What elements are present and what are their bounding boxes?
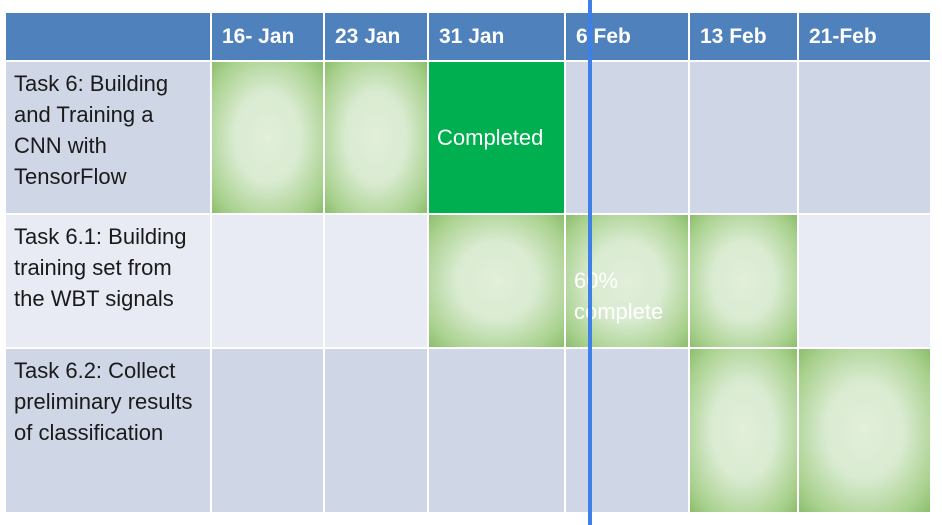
progress-cell xyxy=(427,213,566,349)
empty-cell xyxy=(427,347,566,514)
progress-cell xyxy=(210,60,325,215)
current-date-line xyxy=(588,0,592,525)
progress-cell xyxy=(797,347,932,514)
header-corner xyxy=(4,11,212,62)
header-week-6-feb: 6 Feb xyxy=(564,11,690,62)
task-name: Task 6: Building and Training a CNN with… xyxy=(4,60,212,215)
empty-cell xyxy=(323,347,429,514)
progress-cell xyxy=(688,213,799,349)
header-week-21-feb: 21-Feb xyxy=(797,11,932,62)
empty-cell xyxy=(210,213,325,349)
status-cell: 60% complete xyxy=(564,213,690,349)
gantt-chart: 16- Jan 23 Jan 31 Jan 6 Feb 13 Feb 21-Fe… xyxy=(4,11,932,514)
task-name: Task 6.2: Collect preliminary results of… xyxy=(4,347,212,514)
header-week-13-feb: 13 Feb xyxy=(688,11,799,62)
header-week-16-jan: 16- Jan xyxy=(210,11,325,62)
header-week-31-jan: 31 Jan xyxy=(427,11,566,62)
task-name: Task 6.1: Building training set from the… xyxy=(4,213,212,349)
task-row: Task 6.2: Collect preliminary results of… xyxy=(4,347,932,514)
empty-cell xyxy=(323,213,429,349)
completed-cell: Completed xyxy=(427,60,566,215)
progress-cell xyxy=(688,347,799,514)
empty-cell xyxy=(564,60,690,215)
empty-cell xyxy=(210,347,325,514)
header-row: 16- Jan 23 Jan 31 Jan 6 Feb 13 Feb 21-Fe… xyxy=(4,11,932,62)
empty-cell xyxy=(564,347,690,514)
progress-cell xyxy=(323,60,429,215)
task-row: Task 6: Building and Training a CNN with… xyxy=(4,60,932,215)
empty-cell xyxy=(797,213,932,349)
task-row: Task 6.1: Building training set from the… xyxy=(4,213,932,349)
empty-cell xyxy=(688,60,799,215)
header-week-23-jan: 23 Jan xyxy=(323,11,429,62)
empty-cell xyxy=(797,60,932,215)
